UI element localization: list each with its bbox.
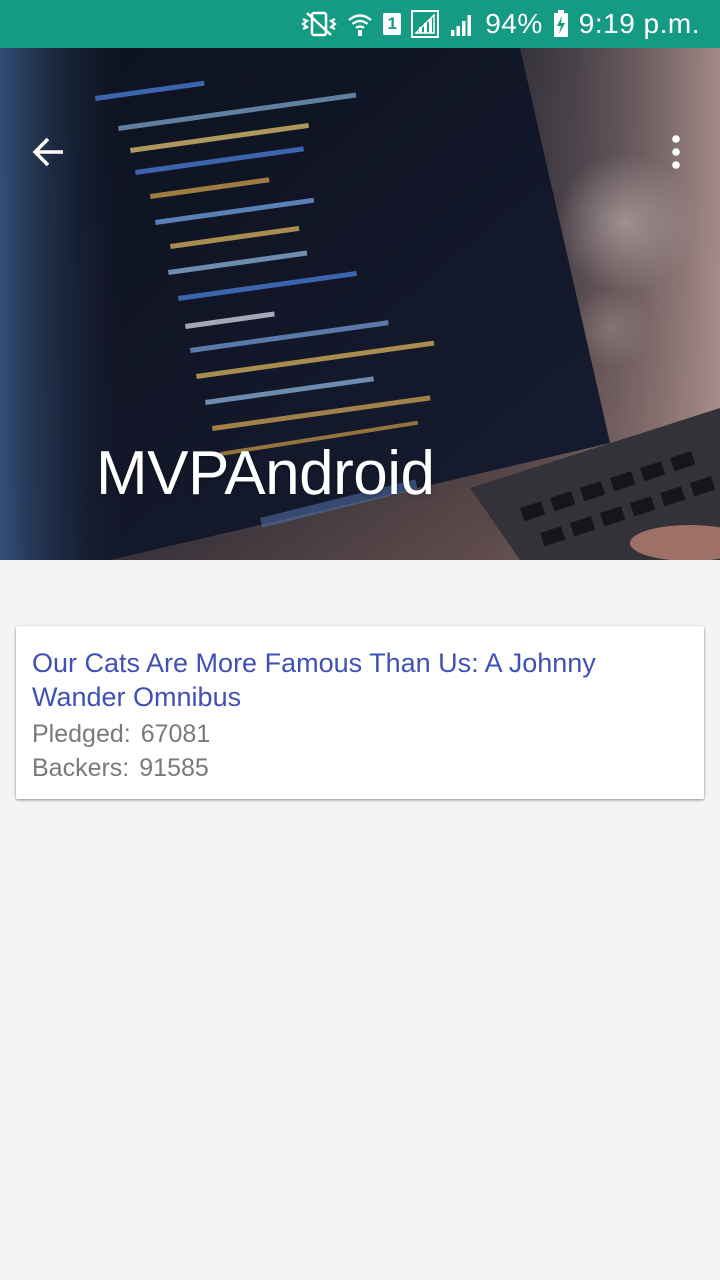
sim-icon: 1 xyxy=(383,13,402,35)
header-image: MVPAndroid xyxy=(0,48,720,560)
backers-value: 91585 xyxy=(139,754,209,782)
signal-icon xyxy=(411,10,440,38)
pledged-value: 67081 xyxy=(140,720,211,748)
signal-icon xyxy=(449,11,475,37)
battery-charging-icon xyxy=(553,10,569,38)
toolbar-title: MVPAndroid xyxy=(96,439,435,508)
more-vert-icon xyxy=(672,135,680,169)
battery-percentage: 94% xyxy=(485,8,543,39)
arrow-back-icon xyxy=(32,137,63,167)
project-title: Our Cats Are More Famous Than Us: A John… xyxy=(32,648,596,712)
vibrate-icon xyxy=(301,11,338,37)
backers-row: Backers: 91585 xyxy=(32,751,209,785)
back-button[interactable] xyxy=(24,128,72,176)
pledged-row: Pledged: 67081 xyxy=(32,717,210,751)
backers-label: Backers: xyxy=(32,754,130,782)
pledged-label: Pledged: xyxy=(32,720,131,748)
clock: 9:19 p.m. xyxy=(578,8,700,39)
wifi-icon xyxy=(347,11,373,37)
more-options-button[interactable] xyxy=(652,128,700,176)
status-bar: 1 94% 9:19 p.m. xyxy=(0,0,720,48)
project-card[interactable]: Our Cats Are More Famous Than Us: A John… xyxy=(16,626,704,799)
status-icons: 1 94% 9:19 p.m. xyxy=(301,0,700,48)
